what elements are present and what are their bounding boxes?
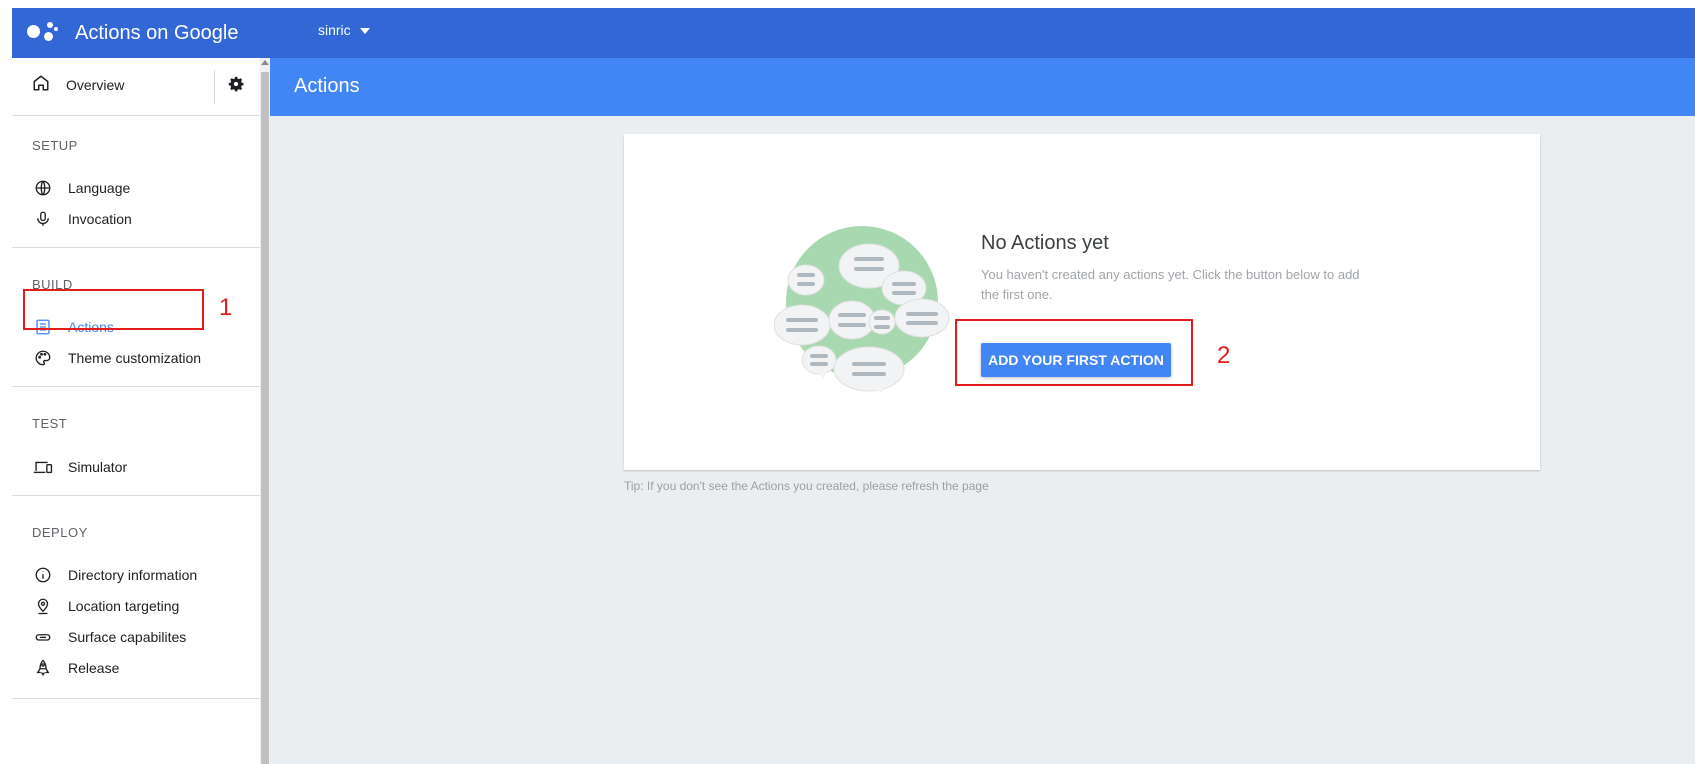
sidebar-item-overview[interactable]: Overview (32, 74, 124, 95)
sidebar-item-surface-capabilities[interactable]: Surface capabilites (32, 625, 186, 649)
app-title: Actions on Google (75, 21, 239, 44)
annotation-box-2 (955, 319, 1193, 386)
caret-down-icon (359, 28, 370, 34)
annotation-box-1 (23, 289, 204, 330)
sidebar-item-label: Simulator (68, 459, 128, 475)
location-pin-icon (32, 595, 54, 617)
chat-bubbles-illustration (774, 226, 950, 392)
empty-state-description: You haven't created any actions yet. Cli… (981, 267, 1360, 302)
scrollbar-thumb[interactable] (261, 72, 269, 764)
project-selector[interactable]: sinric (318, 22, 370, 38)
overview-row: Overview (12, 58, 260, 116)
project-name: sinric (318, 22, 351, 38)
divider (12, 247, 260, 248)
gear-icon[interactable] (226, 74, 250, 98)
section-label-setup: SETUP (32, 138, 78, 153)
top-bar: Actions on Google sinric (12, 8, 1695, 58)
sidebar-item-label: Overview (66, 76, 125, 93)
sidebar-scrollbar[interactable] (260, 58, 270, 764)
sidebar-item-directory-information[interactable]: Directory information (32, 563, 197, 587)
rocket-icon (32, 657, 54, 679)
sidebar-item-label: Invocation (68, 211, 132, 227)
annotation-number-2: 2 (1217, 342, 1231, 369)
empty-state-card: No Actions yet You haven't created any a… (624, 134, 1540, 470)
divider (12, 698, 260, 699)
divider (12, 495, 260, 496)
microphone-icon (32, 208, 54, 230)
divider (214, 70, 215, 104)
empty-state-title: No Actions yet (981, 232, 1109, 254)
page-title: Actions (294, 75, 360, 97)
sidebar-item-language[interactable]: Language (32, 176, 130, 200)
info-icon (32, 564, 54, 586)
sidebar-item-label: Location targeting (68, 598, 180, 614)
page-header: Actions (270, 58, 1695, 116)
annotation-number-1: 1 (219, 294, 233, 321)
sidebar-item-release[interactable]: Release (32, 656, 119, 680)
sidebar: Overview SETUP Language Invocation BUILD… (12, 58, 260, 764)
sidebar-item-label: Language (68, 180, 131, 196)
section-label-test: TEST (32, 416, 68, 431)
refresh-tip: Tip: If you don't see the Actions you cr… (624, 479, 989, 493)
link-capsule-icon (32, 626, 54, 648)
scroll-up-arrow-icon[interactable] (261, 60, 269, 65)
section-label-deploy: DEPLOY (32, 525, 88, 540)
sidebar-item-label: Surface capabilites (68, 629, 187, 645)
sidebar-item-location-targeting[interactable]: Location targeting (32, 594, 179, 618)
palette-icon (32, 347, 54, 369)
sidebar-item-label: Directory information (68, 567, 198, 583)
sidebar-item-theme-customization[interactable]: Theme customization (32, 346, 201, 370)
home-icon (32, 74, 50, 95)
divider (12, 386, 260, 387)
globe-icon (32, 177, 54, 199)
sidebar-item-simulator[interactable]: Simulator (32, 455, 127, 479)
devices-icon (32, 456, 54, 478)
sidebar-item-label: Release (68, 660, 120, 676)
google-assistant-logo-icon (27, 19, 61, 47)
sidebar-item-label: Theme customization (68, 350, 202, 366)
app-frame: Actions on Google sinric Overview SETUP … (12, 8, 1695, 764)
sidebar-item-invocation[interactable]: Invocation (32, 207, 132, 231)
